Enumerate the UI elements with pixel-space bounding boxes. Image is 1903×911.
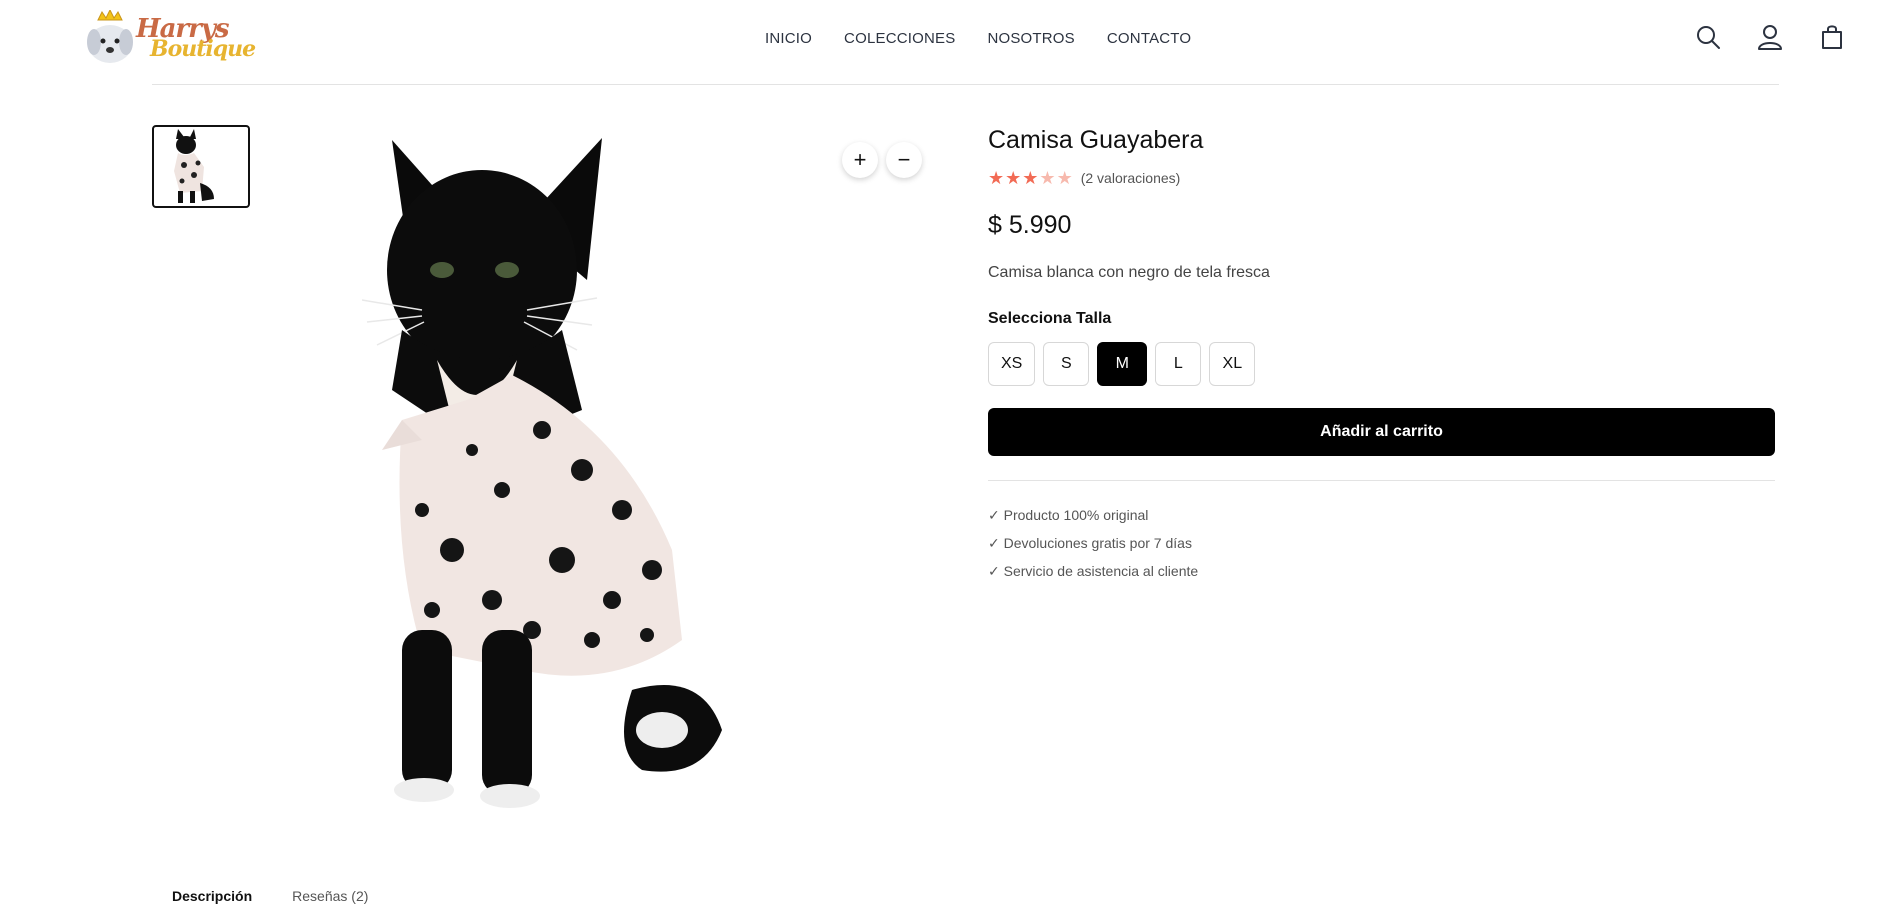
nav-item-nosotros[interactable]: NOSOTROS (987, 30, 1074, 47)
star-icon: ★ (1022, 168, 1039, 188)
product-thumbnail[interactable] (152, 125, 250, 208)
size-option-xs[interactable]: XS (988, 342, 1036, 386)
add-to-cart-button[interactable]: Añadir al carrito (988, 408, 1775, 456)
size-option-m[interactable]: M (1097, 342, 1148, 386)
zoom-in-button[interactable]: + (842, 142, 878, 178)
feature-item: ✓ Servicio de asistencia al cliente (988, 563, 1199, 579)
feature-item: ✓ Producto 100% original (988, 507, 1149, 523)
main-nav: INICIO COLECCIONES NOSOTROS CONTACTO (765, 30, 1191, 47)
star-rating: ★ ★ ★ ★ ★ (988, 169, 1073, 187)
size-selector-label: Selecciona Talla (988, 310, 1112, 327)
nav-item-inicio[interactable]: INICIO (765, 30, 812, 47)
size-option-s[interactable]: S (1043, 342, 1090, 386)
tab-descripcion[interactable]: Descripción (172, 888, 252, 904)
zoom-out-button[interactable]: − (886, 142, 922, 178)
size-option-l[interactable]: L (1155, 342, 1202, 386)
shopping-bag-icon[interactable] (1819, 24, 1845, 50)
size-selector: XS S M L XL (988, 342, 1778, 386)
product-features: ✓ Producto 100% original ✓ Devoluciones … (988, 507, 1778, 591)
logo-text-boutique: Boutique (150, 36, 256, 62)
brand-logo[interactable]: Harrys Boutique (84, 10, 256, 66)
product-rating[interactable]: ★ ★ ★ ★ ★ (2 valoraciones) (988, 169, 1778, 187)
product-info: Camisa Guayabera ★ ★ ★ ★ ★ (2 valoracion… (988, 126, 1778, 591)
star-icon: ★ (988, 168, 1005, 188)
star-icon: ★ (1005, 168, 1022, 188)
product-price: $ 5.990 (988, 211, 1072, 239)
reviews-count[interactable]: (2 valoraciones) (1081, 170, 1181, 186)
star-icon: ★ (1056, 168, 1073, 188)
product-description: Camisa blanca con negro de tela fresca (988, 264, 1270, 281)
tab-resenas[interactable]: Reseñas (2) (292, 888, 368, 904)
site-header: Harrys Boutique INICIO COLECCIONES NOSOT… (0, 0, 1903, 85)
size-option-xl[interactable]: XL (1209, 342, 1256, 386)
product-tabs: Descripción Reseñas (2) (172, 888, 368, 904)
cat-shirt-thumbnail-image (174, 129, 214, 203)
star-icon: ★ (1039, 168, 1056, 188)
info-divider (988, 480, 1775, 481)
user-icon[interactable] (1757, 24, 1783, 50)
search-icon[interactable] (1695, 24, 1721, 50)
nav-item-contacto[interactable]: CONTACTO (1107, 30, 1191, 47)
header-divider (152, 84, 1779, 85)
nav-item-colecciones[interactable]: COLECCIONES (844, 30, 955, 47)
product-title: Camisa Guayabera (988, 126, 1204, 154)
product-main-image (362, 138, 722, 808)
dog-logo-icon (87, 10, 133, 63)
feature-item: ✓ Devoluciones gratis por 7 días (988, 535, 1192, 551)
header-actions (1695, 24, 1845, 50)
